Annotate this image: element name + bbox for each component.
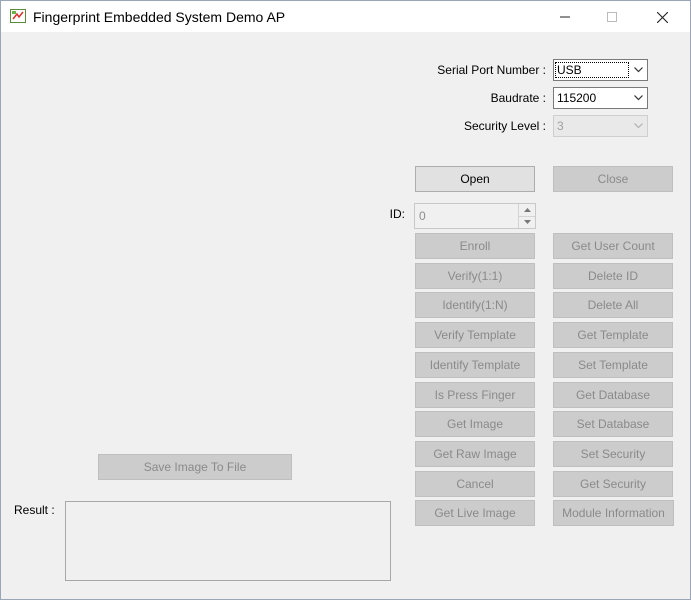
identify-template-button[interactable]: Identify Template xyxy=(415,351,535,378)
maximize-icon xyxy=(607,12,617,22)
chevron-down-icon xyxy=(630,116,647,136)
baudrate-label: Baudrate : xyxy=(490,91,546,105)
minimize-icon xyxy=(560,16,570,18)
delete-all-button[interactable]: Delete All xyxy=(553,292,673,319)
caret-up-icon xyxy=(523,207,531,212)
serial-port-value: USB xyxy=(555,62,629,78)
spin-down-button[interactable] xyxy=(519,215,535,229)
get-image-button[interactable]: Get Image xyxy=(415,411,535,438)
chevron-down-icon xyxy=(630,60,647,80)
security-level-label: Security Level : xyxy=(463,119,546,133)
security-level-select[interactable]: 3 xyxy=(553,115,648,137)
id-value: 0 xyxy=(419,209,426,223)
spin-up-button[interactable] xyxy=(519,204,535,216)
close-port-button[interactable]: Close xyxy=(553,166,673,192)
set-database-button[interactable]: Set Database xyxy=(553,411,673,438)
baudrate-value: 115200 xyxy=(557,91,597,105)
chevron-down-icon xyxy=(630,88,647,108)
close-icon xyxy=(656,11,668,23)
set-template-button[interactable]: Set Template xyxy=(553,351,673,378)
title-bar: Fingerprint Embedded System Demo AP xyxy=(1,1,690,32)
serial-port-label: Serial Port Number : xyxy=(437,63,546,77)
verify-1-1-button[interactable]: Verify(1:1) xyxy=(415,262,535,289)
id-stepper[interactable]: 0 xyxy=(414,203,536,229)
security-level-value: 3 xyxy=(557,119,564,133)
cancel-button[interactable]: Cancel xyxy=(415,470,535,497)
minimize-button[interactable] xyxy=(542,2,588,32)
get-raw-image-button[interactable]: Get Raw Image xyxy=(415,440,535,467)
close-button[interactable] xyxy=(639,2,685,32)
verify-template-button[interactable]: Verify Template xyxy=(415,322,535,349)
get-database-button[interactable]: Get Database xyxy=(553,381,673,408)
fingerprint-app-icon xyxy=(10,9,26,23)
save-image-button[interactable]: Save Image To File xyxy=(98,454,292,480)
baudrate-select[interactable]: 115200 xyxy=(553,87,648,109)
get-security-button[interactable]: Get Security xyxy=(553,470,673,497)
module-information-button[interactable]: Module Information xyxy=(553,500,674,527)
open-button[interactable]: Open xyxy=(415,166,535,192)
serial-port-select[interactable]: USB xyxy=(553,59,648,81)
id-label: ID: xyxy=(389,207,405,221)
window-title: Fingerprint Embedded System Demo AP xyxy=(33,9,286,25)
caret-down-icon xyxy=(523,220,531,225)
is-press-finger-button[interactable]: Is Press Finger xyxy=(415,381,535,408)
result-textbox[interactable] xyxy=(65,501,391,581)
maximize-button[interactable] xyxy=(589,2,635,32)
identify-1-n-button[interactable]: Identify(1:N) xyxy=(415,292,535,319)
get-user-count-button[interactable]: Get User Count xyxy=(553,233,673,259)
enroll-button[interactable]: Enroll xyxy=(415,233,535,259)
set-security-button[interactable]: Set Security xyxy=(553,440,673,467)
get-live-image-button[interactable]: Get Live Image xyxy=(415,500,535,527)
result-label: Result : xyxy=(14,503,55,517)
delete-id-button[interactable]: Delete ID xyxy=(553,262,673,289)
get-template-button[interactable]: Get Template xyxy=(553,322,673,349)
